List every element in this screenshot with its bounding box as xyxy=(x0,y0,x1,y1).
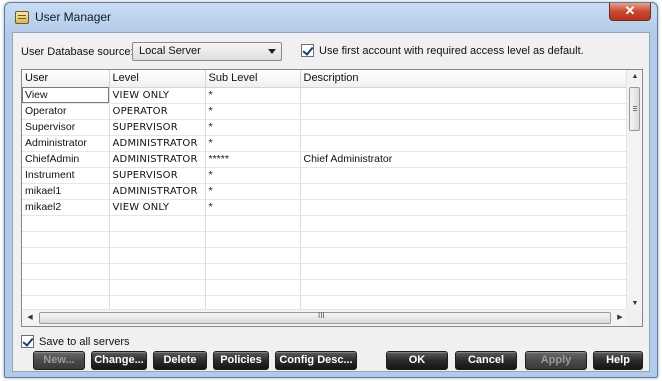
cell-description xyxy=(300,167,629,184)
vertical-scrollbar[interactable]: ▲ ▼ xyxy=(626,70,642,311)
user-manager-window: User Manager ✕ User Database source: Loc… xyxy=(4,2,658,378)
delete-button[interactable]: Delete xyxy=(153,351,207,370)
cell-user: mikael1 xyxy=(22,183,110,200)
close-button[interactable]: ✕ xyxy=(609,3,651,21)
ok-button[interactable]: OK xyxy=(386,351,448,370)
chevron-down-icon xyxy=(268,49,276,54)
new-button[interactable]: New... xyxy=(33,351,85,370)
title-bar[interactable]: User Manager ✕ xyxy=(5,3,657,31)
table-row[interactable]: View VIEW ONLY * xyxy=(22,87,629,104)
window-title: User Manager xyxy=(35,10,112,24)
change-button[interactable]: Change... xyxy=(91,351,147,370)
column-header-description[interactable]: Description xyxy=(300,70,629,88)
cell-sub-level: * xyxy=(205,183,301,200)
column-header-sub-level[interactable]: Sub Level xyxy=(205,70,301,88)
table-header-row: User Level Sub Level Description xyxy=(22,70,629,88)
cell-sub-level: * xyxy=(205,87,301,104)
users-table-body: User Level Sub Level Description View VI… xyxy=(22,70,629,326)
save-to-all-servers-label: Save to all servers xyxy=(39,335,130,348)
horizontal-scroll-thumb[interactable] xyxy=(39,312,611,324)
scrollbar-corner xyxy=(626,309,642,326)
cell-level: ADMINISTRATOR xyxy=(109,183,206,200)
table-row[interactable]: mikael1 ADMINISTRATOR * xyxy=(22,183,629,200)
table-row[interactable]: mikael2 VIEW ONLY * xyxy=(22,199,629,216)
database-source-value: Local Server xyxy=(139,45,201,57)
cell-user: ChiefAdmin xyxy=(22,151,110,168)
cell-level: OPERATOR xyxy=(109,103,206,120)
scroll-left-icon[interactable]: ◀ xyxy=(22,314,38,322)
cell-level: ADMINISTRATOR xyxy=(109,135,206,152)
column-header-level[interactable]: Level xyxy=(109,70,206,88)
help-button[interactable]: Help xyxy=(593,351,643,370)
cell-user: Administrator xyxy=(22,135,110,152)
cell-sub-level: * xyxy=(205,135,301,152)
empty-row xyxy=(22,231,629,248)
database-source-dropdown[interactable]: Local Server xyxy=(132,42,282,61)
cell-level: SUPERVISOR xyxy=(109,167,206,184)
cell-user: Instrument xyxy=(22,167,110,184)
cell-user: View xyxy=(22,87,110,104)
cancel-button[interactable]: Cancel xyxy=(455,351,517,370)
empty-row xyxy=(22,247,629,264)
scroll-grip-icon: III xyxy=(318,311,325,320)
scroll-up-icon[interactable]: ▲ xyxy=(627,73,642,81)
table-row[interactable]: Instrument SUPERVISOR * xyxy=(22,167,629,184)
policies-button[interactable]: Policies xyxy=(213,351,269,370)
cell-level: VIEW ONLY xyxy=(109,199,206,216)
table-row[interactable]: ChiefAdmin ADMINISTRATOR ***** Chief Adm… xyxy=(22,151,629,168)
scroll-down-icon[interactable]: ▼ xyxy=(627,300,642,308)
column-header-user[interactable]: User xyxy=(22,70,110,88)
empty-row xyxy=(22,215,629,232)
save-to-all-servers-option[interactable]: Save to all servers xyxy=(21,335,129,348)
use-first-account-label: Use first account with required access l… xyxy=(319,44,584,57)
vertical-scroll-thumb[interactable] xyxy=(629,87,640,131)
cell-description xyxy=(300,87,629,104)
users-table[interactable]: User Level Sub Level Description View VI… xyxy=(21,69,643,327)
cell-description xyxy=(300,103,629,120)
table-row[interactable]: Supervisor SUPERVISOR * xyxy=(22,119,629,136)
empty-row xyxy=(22,263,629,280)
use-first-account-checkbox[interactable] xyxy=(301,44,314,57)
empty-row xyxy=(22,279,629,296)
cell-sub-level: * xyxy=(205,103,301,120)
cell-user: Supervisor xyxy=(22,119,110,136)
cell-description: Chief Administrator xyxy=(300,151,629,168)
scroll-grip-icon xyxy=(633,106,637,107)
cell-level: VIEW ONLY xyxy=(109,87,206,104)
use-first-account-option[interactable]: Use first account with required access l… xyxy=(301,44,584,57)
cell-sub-level: * xyxy=(205,119,301,136)
dialog-client-area: User Database source: Local Server Use f… xyxy=(12,32,650,372)
cell-user: Operator xyxy=(22,103,110,120)
cell-description xyxy=(300,183,629,200)
cell-description xyxy=(300,135,629,152)
cell-user: mikael2 xyxy=(22,199,110,216)
cell-sub-level: * xyxy=(205,167,301,184)
cell-description xyxy=(300,199,629,216)
cell-sub-level: ***** xyxy=(205,151,301,168)
table-row[interactable]: Operator OPERATOR * xyxy=(22,103,629,120)
cell-sub-level: * xyxy=(205,199,301,216)
config-desc-button[interactable]: Config Desc... xyxy=(275,351,357,370)
horizontal-scrollbar[interactable]: ◀ III ▶ xyxy=(22,309,628,326)
cell-level: ADMINISTRATOR xyxy=(109,151,206,168)
table-row[interactable]: Administrator ADMINISTRATOR * xyxy=(22,135,629,152)
apply-button[interactable]: Apply xyxy=(525,351,587,370)
database-source-label: User Database source: xyxy=(21,46,134,58)
app-icon xyxy=(15,11,29,24)
cell-description xyxy=(300,119,629,136)
save-to-all-servers-checkbox[interactable] xyxy=(21,335,34,348)
cell-level: SUPERVISOR xyxy=(109,119,206,136)
